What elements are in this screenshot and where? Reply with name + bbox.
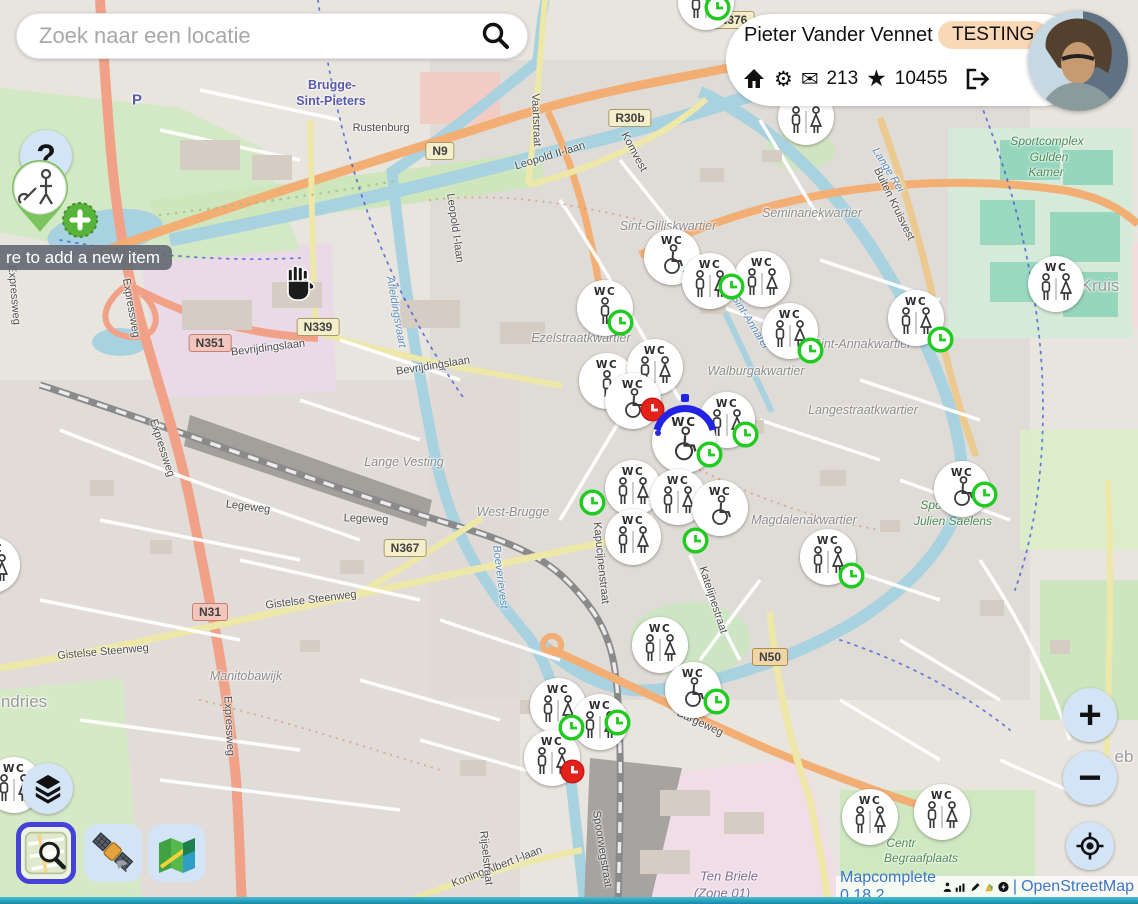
svg-text:WC: WC [699,259,721,271]
svg-text:WC: WC [0,543,3,555]
star-icon[interactable]: ★ [866,66,887,92]
basemap-carto-button[interactable] [16,822,76,884]
theme-icon[interactable] [984,880,994,895]
opening-hours-badge-green [838,562,865,594]
settings-gear-icon[interactable]: ⚙ [774,67,793,91]
opening-hours-badge-green [682,527,709,559]
svg-text:WC: WC [594,286,616,298]
layers-icon [33,773,63,805]
svg-text:WC: WC [779,309,801,321]
direction-arc-indicator [647,394,723,443]
svg-text:WC: WC [1045,262,1067,274]
opening-hours-badge-green [579,489,606,521]
home-icon[interactable] [742,67,766,91]
svg-text:WC: WC [649,623,671,635]
svg-text:WC: WC [644,345,666,357]
map-marker-wc-mf[interactable]: WC [0,537,20,593]
osm-link[interactable]: OpenStreetMap [1021,878,1134,896]
messages-count[interactable]: 213 [826,68,858,90]
opening-hours-badge-green [732,421,759,453]
svg-text:WC: WC [817,535,839,547]
opening-hours-badge-green [607,309,634,341]
map-marker-wc-mf[interactable]: WC [1028,256,1084,312]
svg-text:WC: WC [859,795,881,807]
edit-pencil-icon[interactable] [970,880,980,895]
opening-hours-badge-green [971,481,998,513]
map-marker-wc-mf[interactable]: WC [605,509,661,565]
svg-text:WC: WC [3,763,25,775]
logout-icon[interactable] [964,67,990,91]
add-item-tooltip: re to add a new item [0,245,172,270]
opening-hours-badge-green [558,714,585,746]
svg-text:WC: WC [931,790,953,802]
folded-map-icon [155,831,199,875]
opening-hours-badge-green [696,441,723,473]
stars-count[interactable]: 10455 [895,68,948,90]
attribution-bar: Mapcomplete 0.18.2 | OpenStreetMap [836,876,1138,898]
basemap-satellite-button[interactable] [84,824,142,882]
osm-map-magnifier-icon [23,830,69,876]
opening-hours-badge-green [718,273,745,305]
svg-text:WC: WC [667,475,689,487]
basemap-map-button[interactable] [148,824,205,882]
svg-text:WC: WC [596,359,618,371]
search-icon[interactable] [479,19,513,53]
add-new-item-pin[interactable] [8,158,104,258]
opening-hours-badge-green [927,326,954,358]
search-input[interactable] [37,22,479,50]
search-bar [16,13,528,59]
zoom-out-button[interactable]: − [1063,751,1117,805]
svg-text:WC: WC [622,466,644,478]
geolocate-button[interactable] [1066,822,1114,870]
attribution-separator: | [1013,878,1017,896]
map-markers-layer: WC WC WC WC WC WC WC WC [0,0,1138,904]
messages-envelope-icon[interactable]: ✉ [801,67,819,91]
stats-icon[interactable] [955,880,965,894]
user-name[interactable]: Pieter Vander Vennet [744,24,933,47]
opening-hours-badge-green [604,709,631,741]
bottom-accent-bar [0,897,1138,904]
mapcomplete-app: VaartstraatKomvestLeopold II-laanLeopold… [0,0,1138,904]
user-avatar[interactable] [1028,11,1128,111]
map-marker-wc-mf[interactable]: WC [914,784,970,840]
opening-hours-badge-green [704,0,731,26]
satellite-icon [90,830,136,876]
opening-hours-badge-red [559,758,586,790]
opening-hours-badge-green [797,337,824,369]
svg-text:WC: WC [751,257,773,269]
opening-hours-badge-green [703,688,730,720]
zoom-in-button[interactable]: + [1063,688,1117,742]
svg-text:WC: WC [905,296,927,308]
crosshair-icon [1075,831,1105,861]
map-marker-wc-mf[interactable]: WC [842,789,898,845]
svg-text:WC: WC [622,515,644,527]
contributor-icon[interactable] [943,880,952,895]
svg-text:WC: WC [547,684,569,696]
license-badge-icon[interactable] [998,879,1009,895]
layers-button[interactable] [22,763,73,814]
